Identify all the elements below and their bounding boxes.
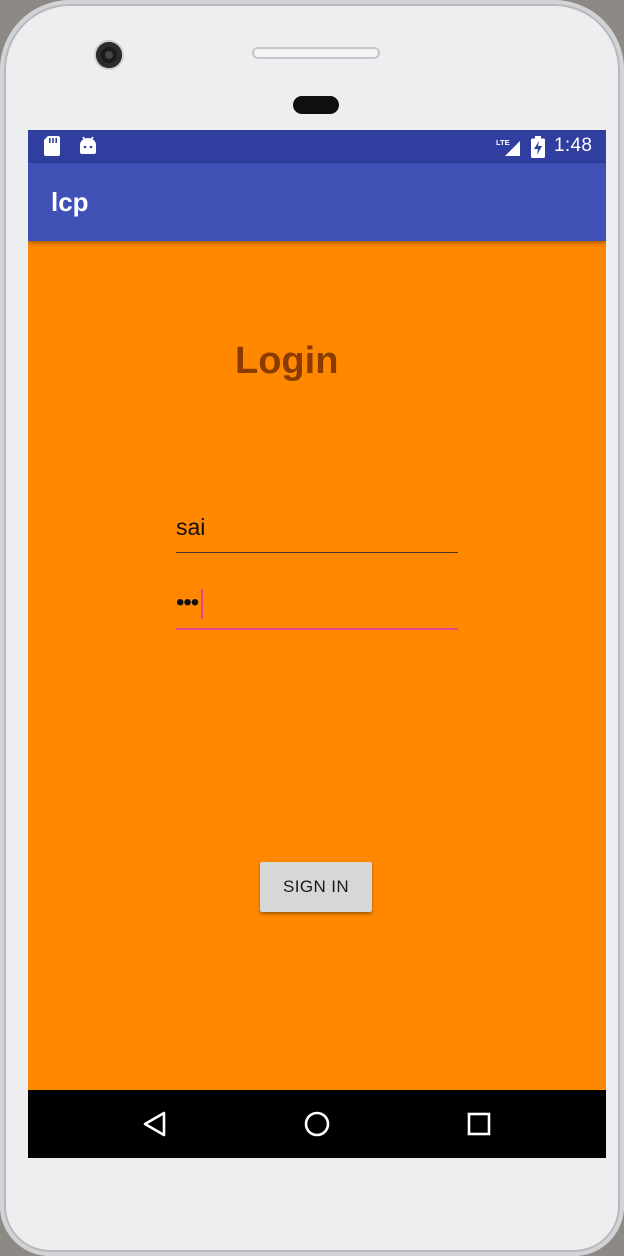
svg-text:LTE: LTE bbox=[496, 138, 510, 147]
lte-signal-icon: LTE bbox=[496, 138, 520, 156]
phone-frame: LTE 1:48 lcp Login sai ••• SIGN IN bbox=[0, 0, 624, 1256]
username-input[interactable]: sai bbox=[176, 512, 458, 553]
battery-charging-icon bbox=[531, 136, 545, 158]
password-value: ••• bbox=[176, 589, 199, 616]
app-title: lcp bbox=[51, 187, 89, 217]
status-time: 1:48 bbox=[554, 135, 593, 156]
earpiece-speaker bbox=[252, 47, 380, 59]
sign-in-button[interactable]: SIGN IN bbox=[260, 862, 372, 912]
front-camera bbox=[96, 42, 122, 68]
navigation-bar bbox=[28, 1090, 606, 1158]
device-screen: LTE 1:48 lcp Login sai ••• SIGN IN bbox=[28, 130, 606, 1158]
status-bar: LTE 1:48 bbox=[28, 130, 606, 163]
password-input[interactable]: ••• bbox=[176, 585, 458, 630]
app-bar: lcp bbox=[28, 163, 606, 241]
username-value: sai bbox=[176, 514, 206, 540]
home-icon[interactable] bbox=[297, 1104, 337, 1144]
text-cursor bbox=[201, 589, 203, 619]
login-screen: Login sai ••• SIGN IN bbox=[28, 241, 606, 1090]
back-icon[interactable] bbox=[135, 1104, 175, 1144]
android-icon bbox=[80, 136, 96, 154]
sd-card-icon bbox=[44, 136, 60, 156]
recents-icon[interactable] bbox=[459, 1104, 499, 1144]
proximity-sensor bbox=[293, 96, 339, 114]
login-heading: Login bbox=[235, 340, 339, 382]
